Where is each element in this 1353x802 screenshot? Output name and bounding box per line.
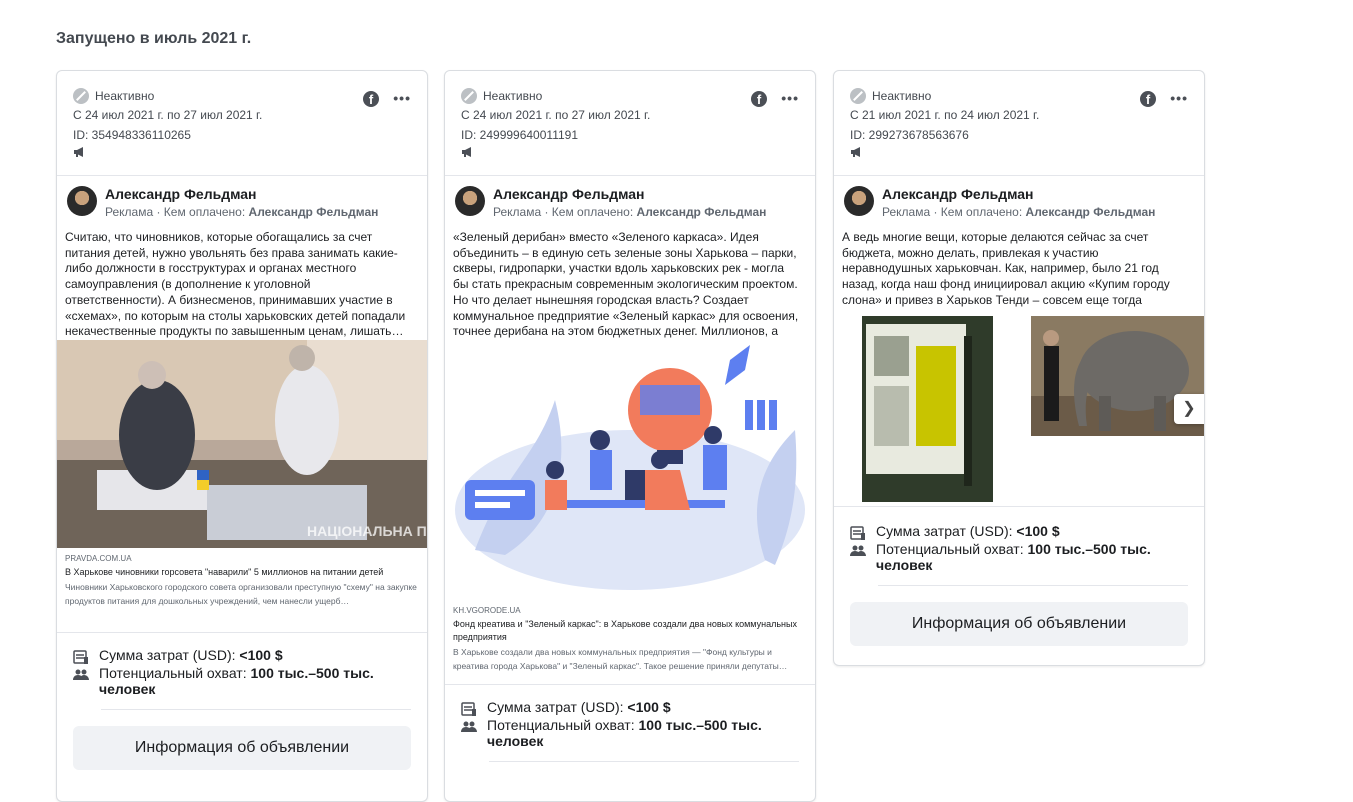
ad-image[interactable]: НАЦІОНАЛЬНА ПОЛІЦІЯ: [57, 340, 427, 548]
spend-label: Сумма затрат (USD):: [876, 523, 1013, 539]
megaphone-icon: [851, 147, 860, 157]
ad-id: ID: 354948336110265: [73, 128, 191, 142]
link-title: В Харькове чиновники горсовета "наварили…: [65, 567, 384, 577]
ad-text: Считаю, что чиновников, которые обогащал…: [65, 230, 406, 339]
author-row: Александр Фельдман Реклама · Кем оплачен…: [57, 176, 427, 222]
ad-preview: Александр Фельдман Реклама · Кем оплачен…: [445, 176, 815, 685]
facebook-icon[interactable]: f: [1140, 91, 1156, 107]
reach-label: Потенциальный охват:: [487, 717, 635, 733]
status: Неактивно: [73, 88, 154, 104]
spend-row: Сумма затрат (USD): <100 $: [461, 699, 799, 717]
people-icon: [461, 721, 477, 732]
status: Неактивно: [461, 88, 542, 104]
divider: [101, 709, 411, 710]
author-name[interactable]: Александр Фельдман: [105, 186, 257, 202]
money-icon: [73, 650, 88, 664]
ad-card: Неактивно С 21 июл 2021 г. по 24 июл 202…: [833, 70, 1205, 666]
people-icon: [850, 545, 866, 556]
ad-dates: С 24 июл 2021 г. по 27 июл 2021 г.: [73, 108, 263, 122]
status-label: Неактивно: [872, 89, 932, 103]
sponsored-label: Реклама · Кем оплачено:: [882, 205, 1023, 219]
ad-card-header: Неактивно С 24 июл 2021 г. по 27 июл 202…: [57, 71, 427, 176]
sponsored-label: Реклама · Кем оплачено:: [493, 205, 634, 219]
more-options-icon[interactable]: •••: [781, 90, 799, 106]
author-row: Александр Фельдман Реклама · Кем оплачен…: [445, 176, 815, 222]
divider: [489, 761, 799, 762]
ad-card: Неактивно С 24 июл 2021 г. по 27 июл 202…: [56, 70, 428, 802]
facebook-icon[interactable]: f: [363, 91, 379, 107]
sponsored-line: Реклама · Кем оплачено: Александр Фельдм…: [882, 205, 1155, 219]
sponsored-line: Реклама · Кем оплачено: Александр Фельдм…: [105, 205, 378, 219]
ad-stats: Сумма затрат (USD): <100 $ Потенциальный…: [445, 685, 815, 762]
ad-info-button[interactable]: Информация об объявлении: [850, 602, 1188, 646]
spend-value: <100 $: [627, 699, 671, 715]
ad-id: ID: 249999640011191: [461, 128, 578, 142]
section-title: Запущено в июль 2021 г.: [56, 30, 252, 47]
status: Неактивно: [850, 88, 931, 104]
spend-label: Сумма затрат (USD):: [487, 699, 624, 715]
ad-card-header: Неактивно С 21 июл 2021 г. по 24 июл 202…: [834, 71, 1204, 176]
reach-row: Потенциальный охват: 100 тыс.–500 тыс. ч…: [461, 717, 799, 749]
inactive-icon: [73, 88, 89, 104]
payer-name: Александр Фельдман: [248, 205, 379, 219]
reach-label: Потенциальный охват:: [876, 541, 1024, 557]
avatar: [67, 186, 97, 216]
megaphone-icon: [462, 147, 471, 157]
reach-row: Потенциальный охват: 100 тыс.–500 тыс. ч…: [850, 541, 1188, 573]
ad-dates: С 21 июл 2021 г. по 24 июл 2021 г.: [850, 108, 1040, 122]
ad-stats: Сумма затрат (USD): <100 $ Потенциальный…: [57, 633, 427, 770]
link-preview[interactable]: PRAVDA.COM.UA В Харькове чиновники горсо…: [57, 548, 427, 633]
link-domain: KH.VGORODE.UA: [453, 606, 521, 615]
reach-label: Потенциальный охват:: [99, 665, 247, 681]
payer-name: Александр Фельдман: [636, 205, 767, 219]
ad-preview: Александр Фельдман Реклама · Кем оплачен…: [834, 176, 1204, 506]
status-label: Неактивно: [95, 89, 155, 103]
ad-dates: С 24 июл 2021 г. по 27 июл 2021 г.: [461, 108, 651, 122]
ad-card: Неактивно С 24 июл 2021 г. по 27 июл 202…: [444, 70, 816, 802]
ad-text: «Зеленый дерибан» вместо «Зеленого карка…: [453, 230, 799, 340]
reach-row: Потенциальный охват: 100 тыс.–500 тыс. ч…: [73, 665, 411, 697]
link-preview[interactable]: KH.VGORODE.UA Фонд креатива и "Зеленый к…: [445, 600, 815, 685]
spend-value: <100 $: [1016, 523, 1060, 539]
sponsored-line: Реклама · Кем оплачено: Александр Фельдм…: [493, 205, 766, 219]
link-domain: PRAVDA.COM.UA: [65, 554, 132, 563]
money-icon: [850, 526, 865, 540]
ad-stats: Сумма затрат (USD): <100 $ Потенциальный…: [834, 506, 1204, 646]
payer-name: Александр Фельдман: [1025, 205, 1156, 219]
megaphone-icon: [74, 147, 83, 157]
divider: [878, 585, 1188, 586]
avatar: [844, 186, 874, 216]
sponsored-label: Реклама · Кем оплачено:: [105, 205, 246, 219]
police-watermark: НАЦІОНАЛЬНА ПОЛІЦІЯ: [307, 523, 427, 539]
spend-label: Сумма затрат (USD):: [99, 647, 236, 663]
ad-image[interactable]: [445, 340, 815, 600]
ad-info-button[interactable]: Информация об объявлении: [73, 726, 411, 770]
avatar: [455, 186, 485, 216]
author-row: Александр Фельдман Реклама · Кем оплачен…: [834, 176, 1204, 222]
facebook-icon[interactable]: f: [751, 91, 767, 107]
inactive-icon: [461, 88, 477, 104]
spend-value: <100 $: [239, 647, 283, 663]
more-options-icon[interactable]: •••: [393, 90, 411, 106]
author-name[interactable]: Александр Фельдман: [493, 186, 645, 202]
ad-preview: Александр Фельдман Реклама · Кем оплачен…: [57, 176, 427, 633]
image-carousel[interactable]: ❯: [834, 316, 1204, 506]
spend-row: Сумма затрат (USD): <100 $: [73, 647, 411, 665]
link-description: В Харькове создали два новых коммунальны…: [453, 647, 788, 671]
status-label: Неактивно: [483, 89, 543, 103]
spend-row: Сумма затрат (USD): <100 $: [850, 523, 1188, 541]
ad-id: ID: 299273678563676: [850, 128, 969, 142]
money-icon: [461, 702, 476, 716]
ad-text: А ведь многие вещи, которые делаются сей…: [842, 230, 1170, 307]
link-description: Чиновники Харьковского городского совета…: [65, 582, 417, 606]
more-options-icon[interactable]: •••: [1170, 90, 1188, 106]
inactive-icon: [850, 88, 866, 104]
author-name[interactable]: Александр Фельдман: [882, 186, 1034, 202]
link-title: Фонд креатива и "Зеленый каркас": в Харь…: [453, 619, 797, 642]
chevron-right-icon[interactable]: ❯: [1174, 394, 1204, 424]
ad-card-header: Неактивно С 24 июл 2021 г. по 27 июл 202…: [445, 71, 815, 176]
people-icon: [73, 669, 89, 680]
